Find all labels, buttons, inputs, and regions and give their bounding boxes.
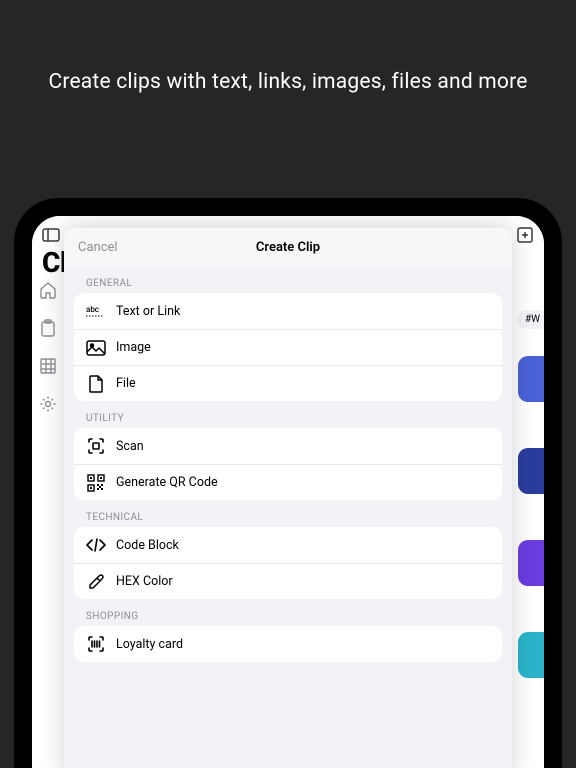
clip-card[interactable] xyxy=(518,632,544,678)
tag-chip[interactable]: #W xyxy=(517,310,544,329)
background-clip-cards xyxy=(518,356,544,678)
row-image[interactable]: Image xyxy=(74,329,502,365)
abc-icon: abc xyxy=(86,301,106,321)
clipboard-icon[interactable] xyxy=(38,318,58,338)
row-text-or-link[interactable]: abc Text or Link xyxy=(74,293,502,329)
row-hex-color[interactable]: HEX Color xyxy=(74,563,502,599)
marketing-headline: Create clips with text, links, images, f… xyxy=(0,70,576,94)
row-loyalty-card[interactable]: Loyalty card xyxy=(74,626,502,662)
row-label: Loyalty card xyxy=(116,637,183,652)
add-square-icon[interactable] xyxy=(516,226,534,244)
row-label: Image xyxy=(116,340,151,355)
grid-icon[interactable] xyxy=(38,356,58,376)
svg-text:abc: abc xyxy=(86,305,99,314)
clip-card[interactable] xyxy=(518,540,544,586)
qrcode-icon xyxy=(86,473,106,493)
document-icon xyxy=(86,374,106,394)
section-header-utility: UTILITY xyxy=(86,413,502,424)
row-qr[interactable]: Generate QR Code xyxy=(74,464,502,500)
sidebar-icons xyxy=(38,280,58,414)
row-label: Code Block xyxy=(116,538,179,553)
sidebar-toggle-icon[interactable] xyxy=(42,226,60,244)
clip-card[interactable] xyxy=(518,448,544,494)
section-header-general: GENERAL xyxy=(86,278,502,289)
group-technical: Code Block HEX Color xyxy=(74,527,502,599)
group-shopping: Loyalty card xyxy=(74,626,502,662)
row-file[interactable]: File xyxy=(74,365,502,401)
row-label: HEX Color xyxy=(116,574,173,589)
home-icon[interactable] xyxy=(38,280,58,300)
viewfinder-icon xyxy=(86,436,106,456)
section-header-shopping: SHOPPING xyxy=(86,611,502,622)
modal-nav: Cancel Create Clip xyxy=(64,228,512,266)
gear-icon[interactable] xyxy=(38,394,58,414)
code-icon xyxy=(86,535,106,555)
modal-content: GENERAL abc Text or Link Image xyxy=(64,266,512,768)
eyedropper-icon xyxy=(86,572,106,592)
row-label: File xyxy=(116,376,136,391)
device-screen: Cl #W Cancel Create Clip GENERAL xyxy=(32,216,544,768)
row-label: Text or Link xyxy=(116,304,180,319)
modal-title: Create Clip xyxy=(256,240,320,255)
create-clip-modal: Cancel Create Clip GENERAL abc Text or L… xyxy=(64,228,512,768)
device-frame: Cl #W Cancel Create Clip GENERAL xyxy=(14,198,562,768)
row-label: Generate QR Code xyxy=(116,475,218,490)
clip-card[interactable] xyxy=(518,356,544,402)
section-header-technical: TECHNICAL xyxy=(86,512,502,523)
row-code-block[interactable]: Code Block xyxy=(74,527,502,563)
barcode-viewfinder-icon xyxy=(86,634,106,654)
row-label: Scan xyxy=(116,439,144,454)
group-general: abc Text or Link Image Fi xyxy=(74,293,502,401)
photo-icon xyxy=(86,338,106,358)
row-scan[interactable]: Scan xyxy=(74,428,502,464)
cancel-button[interactable]: Cancel xyxy=(78,240,118,255)
group-utility: Scan Generate QR Code xyxy=(74,428,502,500)
